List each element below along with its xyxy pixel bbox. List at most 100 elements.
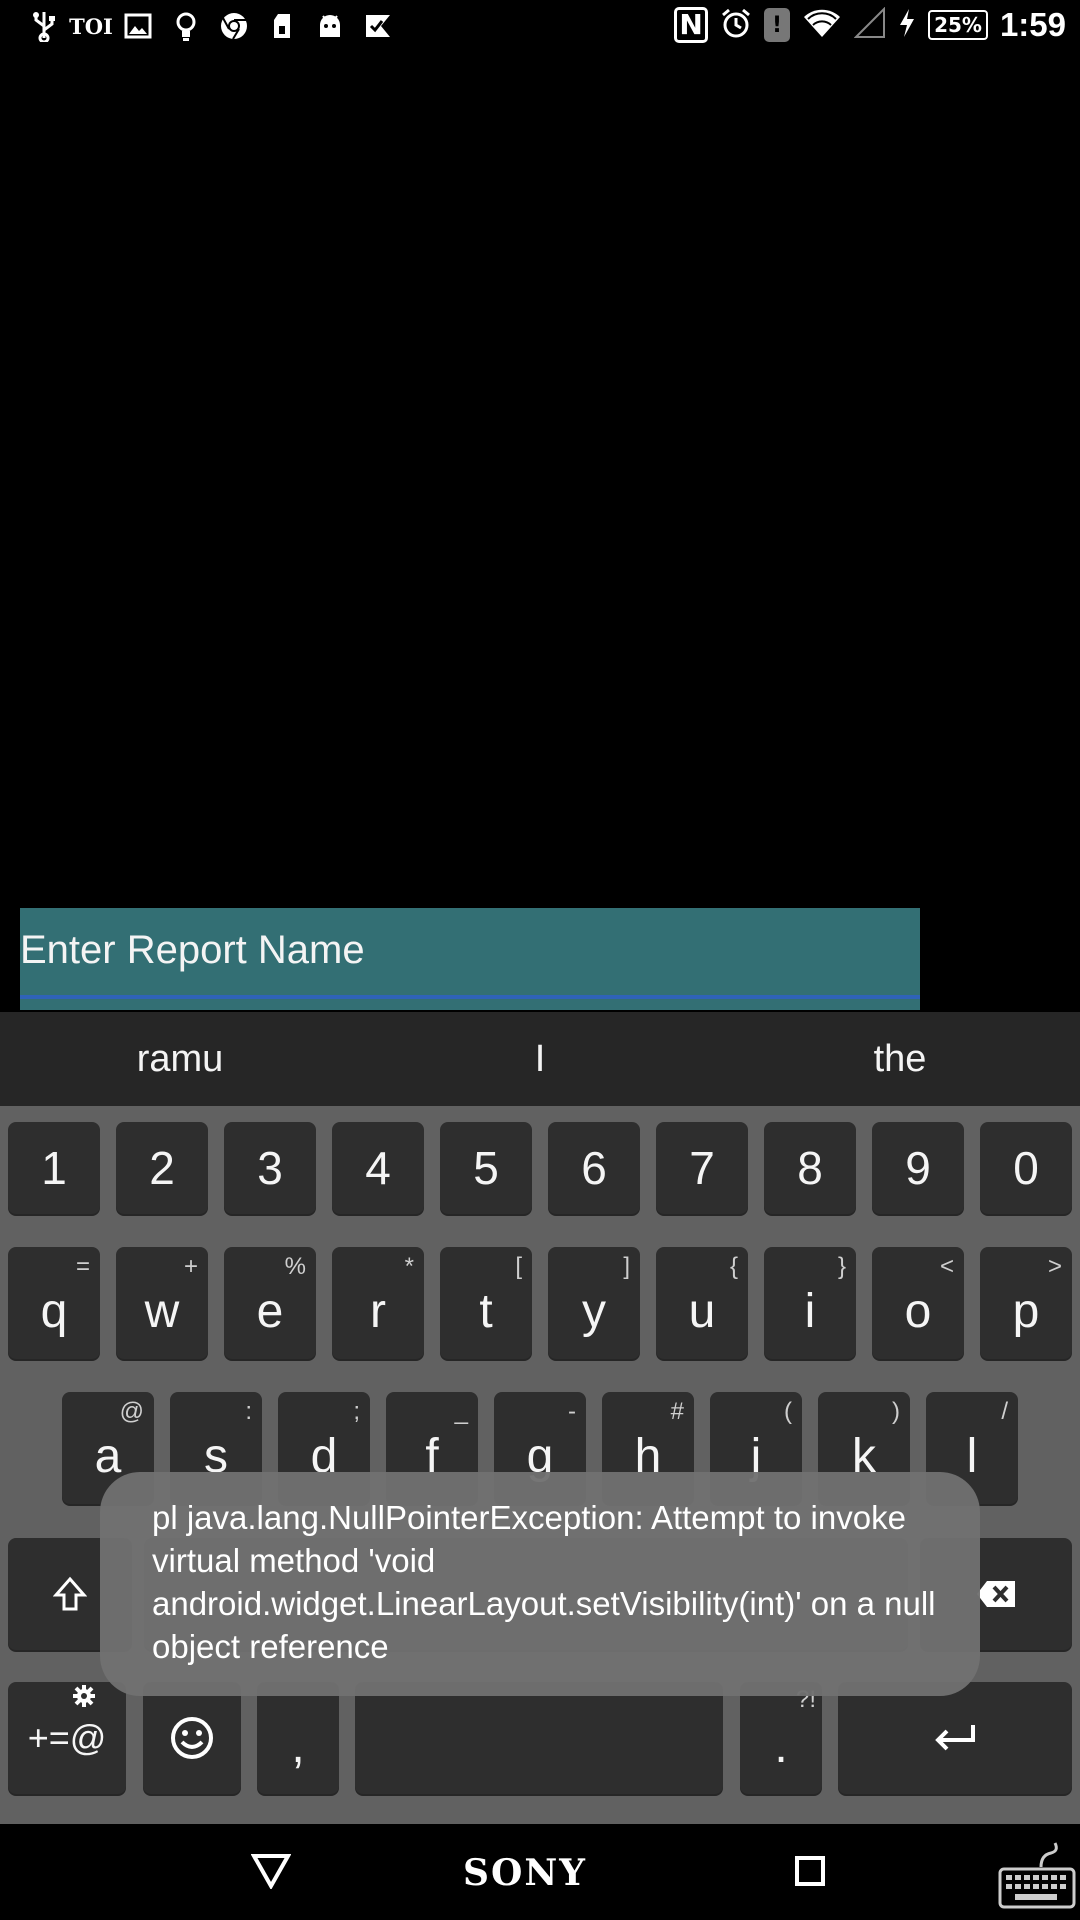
key-hint: [ bbox=[515, 1253, 522, 1280]
symbols-key-label: +=@ bbox=[27, 1717, 107, 1758]
key-3[interactable]: 3 bbox=[224, 1122, 316, 1214]
signal-icon bbox=[853, 6, 886, 43]
key-9[interactable]: 9 bbox=[872, 1122, 964, 1214]
key-hint: _ bbox=[454, 1398, 468, 1425]
checkmark-flag-icon bbox=[354, 6, 402, 46]
key-hint: > bbox=[1047, 1253, 1062, 1280]
key-hint: / bbox=[1001, 1398, 1008, 1425]
key-label: 6 bbox=[581, 1142, 607, 1194]
key-hint: # bbox=[670, 1398, 684, 1425]
input-underline bbox=[20, 995, 920, 999]
key-label: 9 bbox=[905, 1142, 931, 1194]
navigation-bar: SONY bbox=[0, 1824, 1080, 1920]
key-hint: + bbox=[183, 1253, 198, 1280]
settings-gear-icon bbox=[72, 1684, 96, 1713]
key-5[interactable]: 5 bbox=[440, 1122, 532, 1214]
error-toast: pl java.lang.NullPointerException: Attem… bbox=[100, 1472, 980, 1696]
key-8[interactable]: 8 bbox=[764, 1122, 856, 1214]
key-label: 0 bbox=[1013, 1142, 1039, 1194]
sim-alert-icon: ! bbox=[764, 8, 791, 42]
key-hint: @ bbox=[119, 1398, 144, 1425]
key-hint: = bbox=[75, 1253, 90, 1280]
key-q[interactable]: = q bbox=[8, 1247, 100, 1359]
key-y[interactable]: ] y bbox=[548, 1247, 640, 1359]
bulb-icon bbox=[162, 6, 210, 46]
back-button[interactable] bbox=[244, 1844, 298, 1898]
notification-icons: TOI bbox=[20, 6, 402, 46]
back-triangle-icon bbox=[251, 1854, 291, 1889]
key-label: u bbox=[688, 1285, 716, 1338]
key-hint: } bbox=[837, 1253, 846, 1280]
keyboard-icon bbox=[998, 1842, 1076, 1909]
comma-key[interactable]: , bbox=[257, 1682, 339, 1794]
key-p[interactable]: > p bbox=[980, 1247, 1072, 1359]
key-hint: ( bbox=[784, 1398, 792, 1425]
key-label: 2 bbox=[149, 1142, 175, 1194]
key-hint: < bbox=[939, 1253, 954, 1280]
key-i[interactable]: } i bbox=[764, 1247, 856, 1359]
brand-logo: SONY bbox=[463, 1852, 587, 1894]
nfc-icon: N bbox=[674, 7, 709, 43]
key-hint: : bbox=[245, 1398, 252, 1425]
soft-keyboard: ramu I the +=@ , ?! . 1 2 3 4 5 6 7 8 9 0 = q + w% e * r… bbox=[0, 1012, 1080, 1824]
key-label: w bbox=[144, 1285, 180, 1338]
wifi-icon bbox=[802, 7, 842, 43]
key-hint: % bbox=[284, 1253, 306, 1280]
suggestion-left[interactable]: ramu bbox=[137, 1012, 224, 1106]
key-label: 4 bbox=[365, 1142, 391, 1194]
space-key[interactable] bbox=[355, 1682, 723, 1794]
key-hint: { bbox=[729, 1253, 738, 1280]
backspace-icon bbox=[977, 1581, 1015, 1607]
enter-icon bbox=[935, 1725, 975, 1751]
symbols-key[interactable]: +=@ bbox=[8, 1682, 126, 1794]
emoji-icon bbox=[171, 1717, 213, 1759]
key-t[interactable]: [t bbox=[440, 1247, 532, 1359]
key-label: 1 bbox=[41, 1142, 67, 1194]
key-u[interactable]: {u bbox=[656, 1247, 748, 1359]
period-key-label: . bbox=[774, 1720, 788, 1773]
key-label: 3 bbox=[257, 1142, 283, 1194]
key-label: 8 bbox=[797, 1142, 823, 1194]
key-4[interactable]: 4 bbox=[332, 1122, 424, 1214]
period-key[interactable]: ?! . bbox=[740, 1682, 822, 1794]
key-w[interactable]: + w bbox=[116, 1247, 208, 1359]
key-label: y bbox=[582, 1285, 606, 1338]
keyboard-switch-button[interactable] bbox=[996, 1840, 1078, 1912]
key-2[interactable]: 2 bbox=[116, 1122, 208, 1214]
android-icon bbox=[306, 6, 354, 46]
comma-key-label: , bbox=[291, 1720, 305, 1773]
image-icon bbox=[114, 6, 162, 46]
report-name-input[interactable] bbox=[20, 908, 900, 992]
key-hint: * bbox=[404, 1253, 414, 1280]
key-7[interactable]: 7 bbox=[656, 1122, 748, 1214]
charging-icon bbox=[898, 8, 916, 42]
emoji-key[interactable] bbox=[143, 1682, 241, 1794]
key-label: i bbox=[804, 1285, 816, 1338]
key-e[interactable]: % e bbox=[224, 1247, 316, 1359]
enter-key[interactable] bbox=[838, 1682, 1072, 1794]
key-hint: - bbox=[568, 1398, 576, 1425]
status-clock: 1:59 bbox=[999, 6, 1066, 43]
status-bar: TOI N ! 25% 1:59 bbox=[0, 0, 1080, 52]
suggestion-right[interactable]: the bbox=[874, 1012, 927, 1106]
recents-square-icon bbox=[795, 1856, 825, 1886]
key-hint: ) bbox=[892, 1398, 900, 1425]
key-1[interactable]: 1 bbox=[8, 1122, 100, 1214]
suggestion-center[interactable]: I bbox=[535, 1012, 546, 1106]
key-0[interactable]: 0 bbox=[980, 1122, 1072, 1214]
recents-button[interactable] bbox=[790, 1844, 830, 1898]
shift-icon bbox=[53, 1576, 87, 1611]
key-r[interactable]: * r bbox=[332, 1247, 424, 1359]
key-6[interactable]: 6 bbox=[548, 1122, 640, 1214]
key-hint: ; bbox=[353, 1398, 360, 1425]
key-hint: ] bbox=[623, 1253, 630, 1280]
alarm-icon bbox=[720, 7, 752, 43]
key-label: p bbox=[1012, 1285, 1040, 1338]
report-name-field[interactable] bbox=[20, 908, 920, 1010]
key-o[interactable]: < o bbox=[872, 1247, 964, 1359]
key-label: q bbox=[40, 1285, 68, 1338]
toast-message: pl java.lang.NullPointerException: Attem… bbox=[152, 1499, 936, 1665]
suggestion-strip: ramu I the bbox=[0, 1012, 1080, 1106]
key-label: o bbox=[904, 1285, 932, 1338]
usb-icon bbox=[20, 6, 68, 46]
